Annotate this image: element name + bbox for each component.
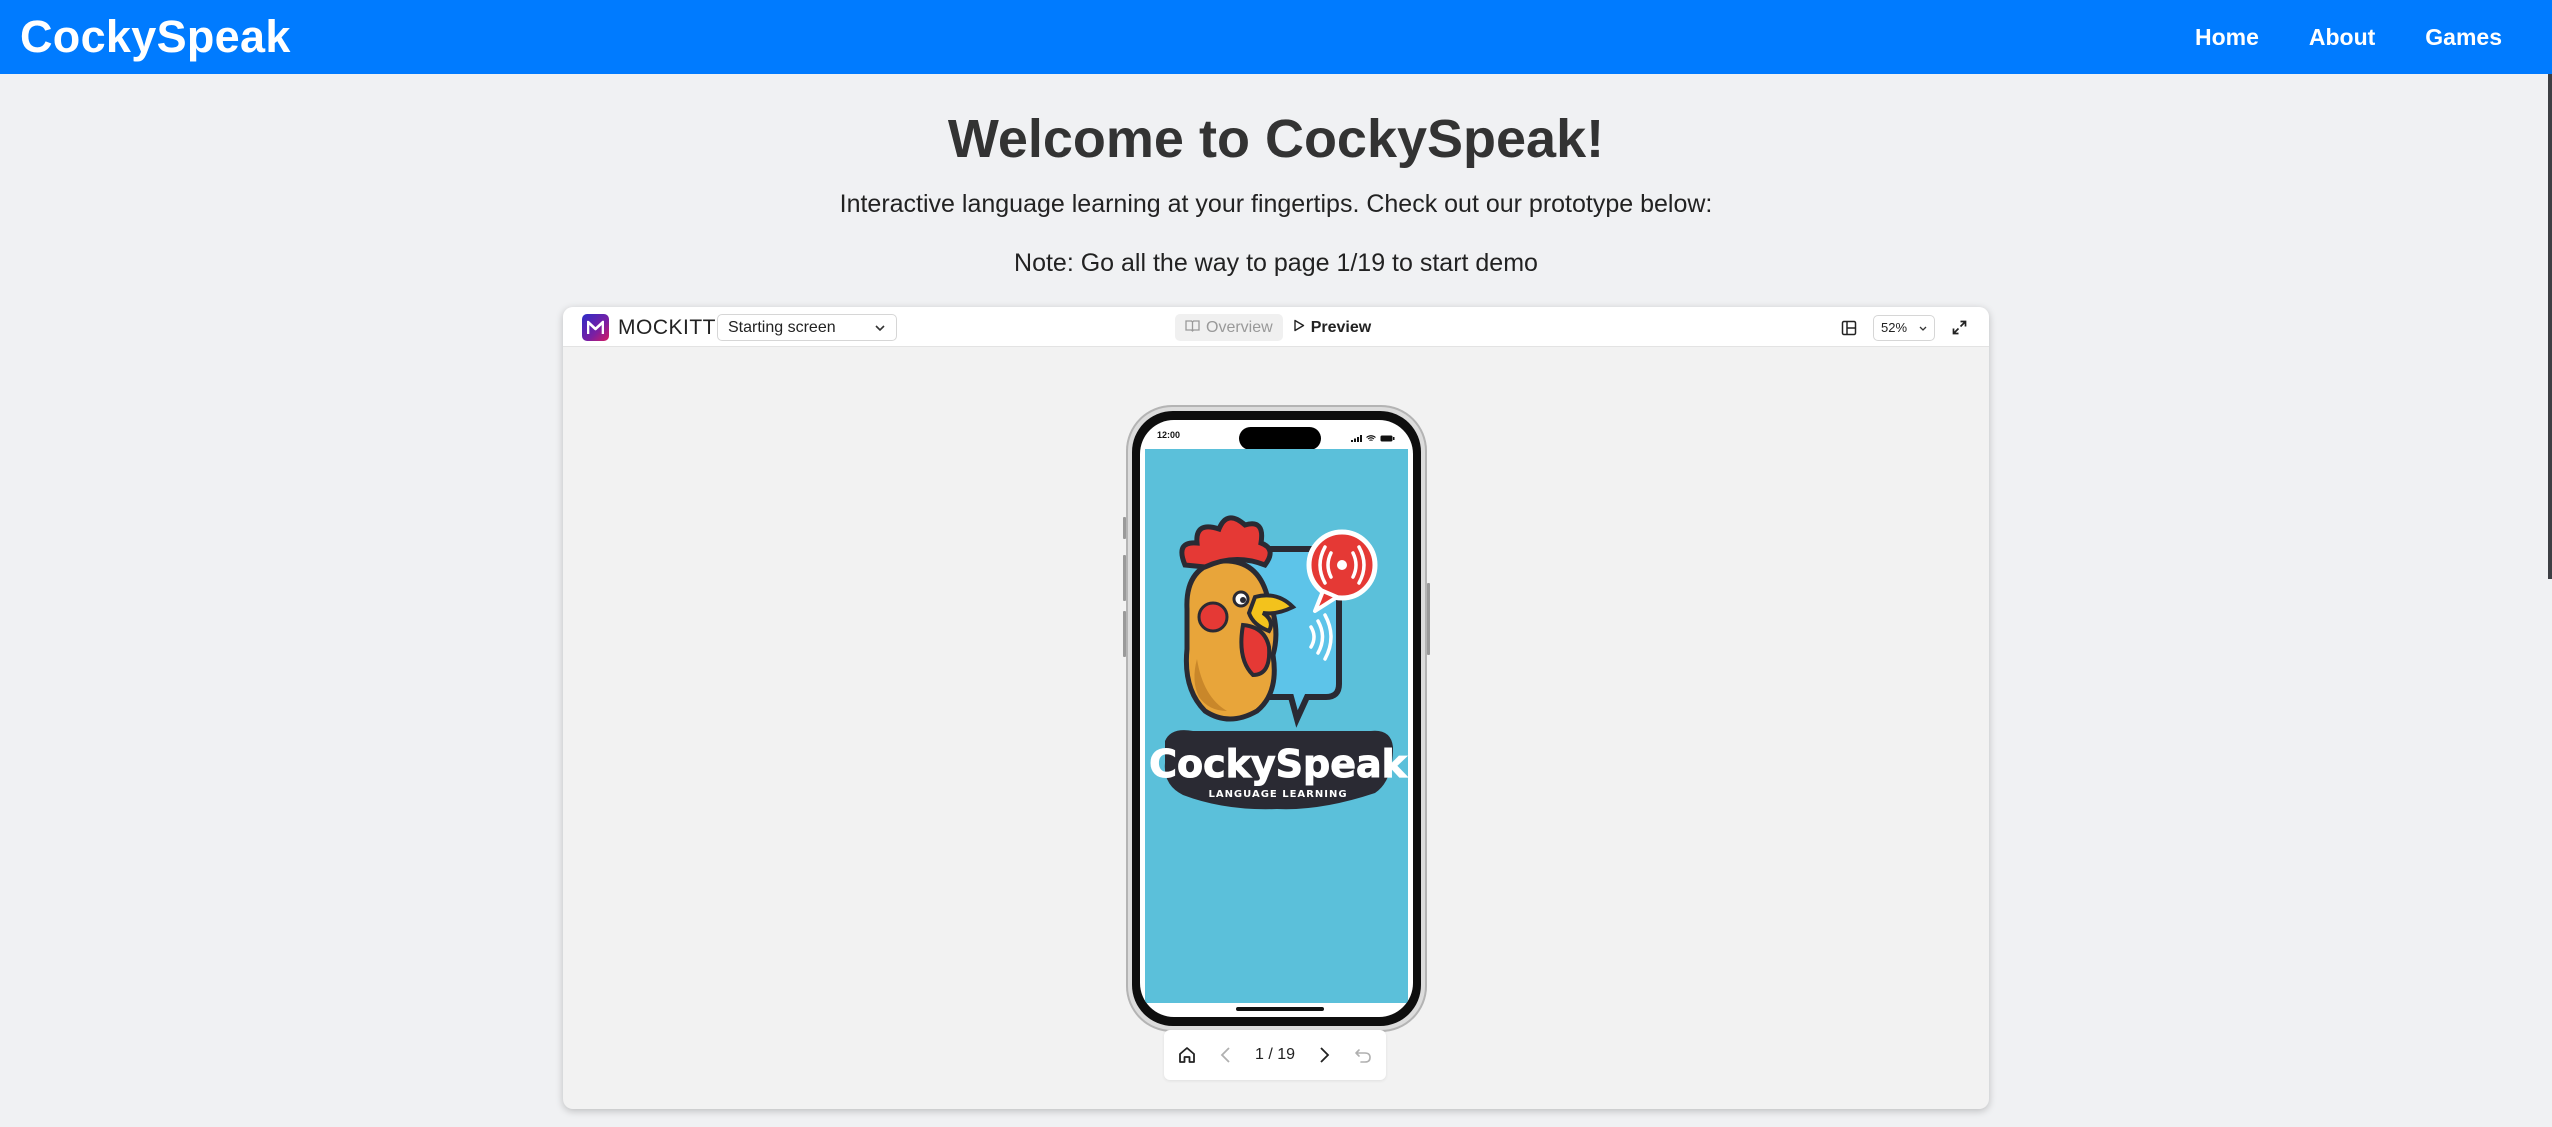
phone-side-button: [1427, 583, 1430, 655]
wifi-icon: [1366, 429, 1376, 447]
phone-side-button: [1123, 517, 1126, 539]
nav-link-games[interactable]: Games: [2425, 24, 2502, 51]
brand-logo[interactable]: CockySpeak: [20, 11, 291, 63]
expand-icon[interactable]: [1949, 318, 1969, 338]
tab-preview[interactable]: Preview: [1283, 314, 1381, 341]
prototype-embed: MOCKITT Starting screen Overview Preview: [563, 307, 1989, 1109]
phone-screen[interactable]: 12:00 CockySpeak LANGUAGE LEARNING: [1140, 420, 1413, 1017]
chevron-down-icon: [874, 319, 886, 337]
layout-icon[interactable]: [1839, 318, 1859, 338]
chevron-right-icon[interactable]: [1314, 1045, 1334, 1065]
zoom-value: 52%: [1881, 320, 1908, 335]
home-indicator: [1236, 1007, 1324, 1011]
undo-icon[interactable]: [1353, 1045, 1373, 1065]
embed-toolbar: MOCKITT Starting screen Overview Preview: [563, 307, 1989, 347]
tab-preview-label: Preview: [1310, 318, 1372, 336]
status-icons: [1351, 429, 1395, 447]
book-icon: [1185, 319, 1200, 337]
page-title: Welcome to CockySpeak!: [947, 109, 1605, 169]
phone-frame: 12:00 CockySpeak LANGUAGE LEARNING: [1123, 405, 1430, 1032]
zoom-select[interactable]: 52%: [1873, 314, 1935, 341]
logo-title: CockySpeak: [1149, 742, 1408, 786]
splash-screen: CockySpeak LANGUAGE LEARNING: [1145, 449, 1408, 1003]
screen-select-value: Starting screen: [728, 318, 836, 336]
logo-subtitle: LANGUAGE LEARNING: [1208, 789, 1347, 800]
battery-icon: [1380, 429, 1395, 447]
toolbar-right: 52%: [1839, 314, 1969, 341]
page-navigator: 1 / 19: [1164, 1030, 1386, 1080]
mockitt-logo-icon: [582, 314, 609, 341]
phone-side-button: [1123, 555, 1126, 601]
tab-overview-label: Overview: [1206, 318, 1273, 336]
signal-icon: [1351, 429, 1362, 447]
nav-link-home[interactable]: Home: [2195, 24, 2259, 51]
home-icon[interactable]: [1177, 1045, 1197, 1065]
chevron-down-icon: [1919, 320, 1927, 335]
demo-note: Note: Go all the way to page 1/19 to sta…: [1014, 249, 1538, 277]
status-time: 12:00: [1157, 430, 1181, 440]
dynamic-island: [1239, 427, 1321, 450]
phone-side-button: [1123, 611, 1126, 657]
nav-link-about[interactable]: About: [2309, 24, 2375, 51]
phone-bezel: 12:00 CockySpeak LANGUAGE LEARNING: [1132, 411, 1421, 1026]
cockyspeak-logo: CockySpeak LANGUAGE LEARNING: [1149, 515, 1408, 810]
page-count: 1 / 19: [1254, 1046, 1295, 1063]
screen-select[interactable]: Starting screen: [717, 314, 897, 341]
mode-tabs: Overview Preview: [1175, 314, 1381, 341]
page-subtitle: Interactive language learning at your fi…: [839, 190, 1713, 218]
mockitt-name: MOCKITT: [618, 316, 716, 339]
play-icon: [1293, 319, 1305, 337]
navbar: CockySpeak Home About Games: [0, 0, 2552, 74]
tab-overview[interactable]: Overview: [1175, 314, 1283, 341]
nav-links: Home About Games: [2195, 24, 2502, 51]
chevron-left-icon[interactable]: [1216, 1045, 1236, 1065]
